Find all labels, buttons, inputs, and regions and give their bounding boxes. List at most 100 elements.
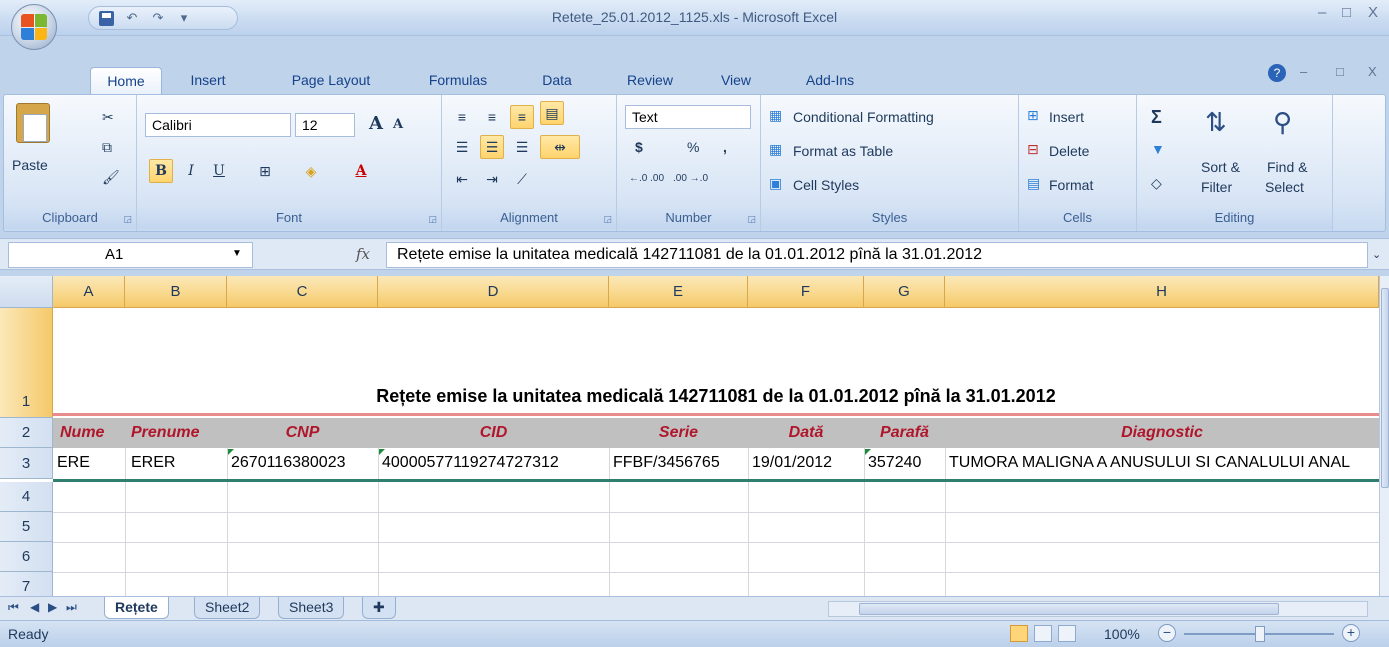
- column-header-b[interactable]: B: [125, 276, 227, 308]
- select-all-corner[interactable]: [0, 276, 53, 308]
- align-center-icon[interactable]: ☰: [480, 135, 504, 159]
- insert-sheet-icon[interactable]: ✚: [362, 597, 396, 619]
- row-header-1[interactable]: 1: [0, 308, 53, 418]
- cell-e3[interactable]: FFBF/3456765: [613, 448, 748, 479]
- office-button[interactable]: [11, 4, 57, 50]
- conditional-formatting-button[interactable]: Conditional Formatting: [793, 109, 934, 125]
- autosum-button[interactable]: Σ: [1151, 107, 1162, 128]
- insert-function-icon[interactable]: fx: [356, 245, 370, 263]
- column-header-h[interactable]: H: [945, 276, 1379, 308]
- tab-insert[interactable]: Insert: [178, 67, 238, 94]
- decrease-decimal-button[interactable]: .00 →.0: [673, 173, 708, 184]
- align-bottom-icon[interactable]: ≡: [510, 105, 534, 129]
- font-name-select[interactable]: Calibri: [145, 113, 291, 137]
- prev-sheet-icon[interactable]: ◀: [30, 600, 39, 614]
- first-sheet-icon[interactable]: ⏮: [8, 600, 19, 615]
- expand-formula-bar-icon[interactable]: ⌄: [1372, 248, 1381, 261]
- minimize-button[interactable]: –: [1318, 4, 1326, 21]
- bold-button[interactable]: B: [149, 159, 173, 183]
- merge-center-icon[interactable]: ⇹: [540, 135, 580, 159]
- header-cid[interactable]: CID: [378, 418, 609, 448]
- name-box[interactable]: A1: [8, 242, 253, 268]
- decrease-indent-icon[interactable]: ⇤: [450, 167, 474, 191]
- header-diagnostic[interactable]: Diagnostic: [945, 418, 1379, 448]
- find-label[interactable]: Find &: [1267, 159, 1307, 175]
- workbook-restore-button[interactable]: □: [1336, 64, 1344, 79]
- column-header-g[interactable]: G: [864, 276, 945, 308]
- filter-label[interactable]: Filter: [1201, 179, 1232, 195]
- tab-data[interactable]: Data: [527, 67, 587, 94]
- sheet-tab-sheet3[interactable]: Sheet3: [278, 597, 345, 619]
- paste-button[interactable]: Paste: [12, 157, 48, 173]
- italic-button[interactable]: I: [179, 159, 203, 183]
- row-header-3[interactable]: 3: [0, 448, 53, 479]
- percent-button[interactable]: %: [687, 139, 699, 155]
- normal-view-icon[interactable]: [1010, 625, 1028, 642]
- next-sheet-icon[interactable]: ▶: [48, 600, 57, 614]
- zoom-slider-thumb[interactable]: [1255, 626, 1265, 642]
- font-color-button[interactable]: A: [349, 159, 373, 183]
- name-box-dropdown-icon[interactable]: ▼: [232, 248, 242, 259]
- grow-font-button[interactable]: A: [369, 113, 383, 134]
- copy-icon[interactable]: ⧉: [102, 139, 112, 156]
- increase-indent-icon[interactable]: ⇥: [480, 167, 504, 191]
- align-right-icon[interactable]: ☰: [510, 135, 534, 159]
- font-size-select[interactable]: 12: [295, 113, 355, 137]
- cell-g3[interactable]: 357240: [868, 448, 945, 479]
- number-launcher-icon[interactable]: ◲: [747, 214, 756, 225]
- align-left-icon[interactable]: ☰: [450, 135, 474, 159]
- align-middle-icon[interactable]: ≡: [480, 105, 504, 129]
- horizontal-scrollbar[interactable]: [828, 601, 1368, 617]
- column-header-f[interactable]: F: [748, 276, 864, 308]
- tab-home[interactable]: Home: [90, 67, 162, 94]
- format-as-table-button[interactable]: Format as Table: [793, 143, 893, 159]
- number-format-select[interactable]: Text: [625, 105, 751, 129]
- zoom-in-button[interactable]: +: [1342, 624, 1360, 642]
- fill-color-icon[interactable]: ◈: [299, 159, 323, 183]
- cell-b3[interactable]: ERER: [131, 448, 227, 479]
- workbook-close-button[interactable]: X: [1368, 64, 1377, 79]
- formula-input[interactable]: Rețete emise la unitatea medicală 142711…: [386, 242, 1368, 268]
- select-label[interactable]: Select: [1265, 179, 1304, 195]
- column-header-d[interactable]: D: [378, 276, 609, 308]
- borders-icon[interactable]: ⊞: [253, 159, 277, 183]
- sheet-title-cell[interactable]: Rețete emise la unitatea medicală 142711…: [53, 386, 1379, 407]
- header-nume[interactable]: Nume: [60, 418, 128, 448]
- sort-label[interactable]: Sort &: [1201, 159, 1240, 175]
- tab-view[interactable]: View: [706, 67, 766, 94]
- align-top-icon[interactable]: ≡: [450, 105, 474, 129]
- increase-decimal-button[interactable]: ←.0 .00: [629, 173, 664, 184]
- ribbon-minimize-button[interactable]: –: [1300, 64, 1307, 79]
- clear-icon[interactable]: ◇: [1151, 175, 1162, 192]
- tab-add-ins[interactable]: Add-Ins: [790, 67, 870, 94]
- help-icon[interactable]: ?: [1268, 64, 1286, 82]
- header-serie[interactable]: Serie: [609, 418, 748, 448]
- sheet-tab-sheet2[interactable]: Sheet2: [194, 597, 261, 619]
- page-layout-view-icon[interactable]: [1034, 625, 1052, 642]
- currency-button[interactable]: $: [635, 139, 643, 155]
- zoom-level[interactable]: 100%: [1104, 626, 1140, 642]
- row-header-5[interactable]: 5: [0, 512, 53, 542]
- insert-cells-button[interactable]: Insert: [1049, 109, 1084, 125]
- row-header-6[interactable]: 6: [0, 542, 53, 572]
- cell-a3[interactable]: ERE: [57, 448, 125, 479]
- font-launcher-icon[interactable]: ◲: [428, 214, 437, 225]
- alignment-launcher-icon[interactable]: ◲: [603, 214, 612, 225]
- format-painter-icon[interactable]: 🖌: [102, 169, 120, 186]
- format-cells-button[interactable]: Format: [1049, 177, 1093, 193]
- tab-page-layout[interactable]: Page Layout: [272, 67, 390, 94]
- cell-h3[interactable]: TUMORA MALIGNA A ANUSULUI SI CANALULUI A…: [949, 448, 1379, 479]
- delete-cells-button[interactable]: Delete: [1049, 143, 1089, 159]
- worksheet-grid[interactable]: A B C D E F G H 1 2 3 4 5 6 7 Rețete emi…: [0, 276, 1379, 596]
- vertical-scrollbar[interactable]: [1379, 276, 1389, 596]
- column-header-e[interactable]: E: [609, 276, 748, 308]
- last-sheet-icon[interactable]: ⏭: [66, 600, 77, 615]
- horizontal-scroll-thumb[interactable]: [859, 603, 1279, 615]
- row-header-2[interactable]: 2: [0, 418, 53, 448]
- cell-d3[interactable]: 40000577119274727312: [382, 448, 609, 479]
- header-prenume[interactable]: Prenume: [131, 418, 231, 448]
- cell-styles-button[interactable]: Cell Styles: [793, 177, 859, 193]
- tab-review[interactable]: Review: [612, 67, 688, 94]
- underline-button[interactable]: U: [207, 159, 231, 183]
- shrink-font-button[interactable]: A: [393, 117, 403, 132]
